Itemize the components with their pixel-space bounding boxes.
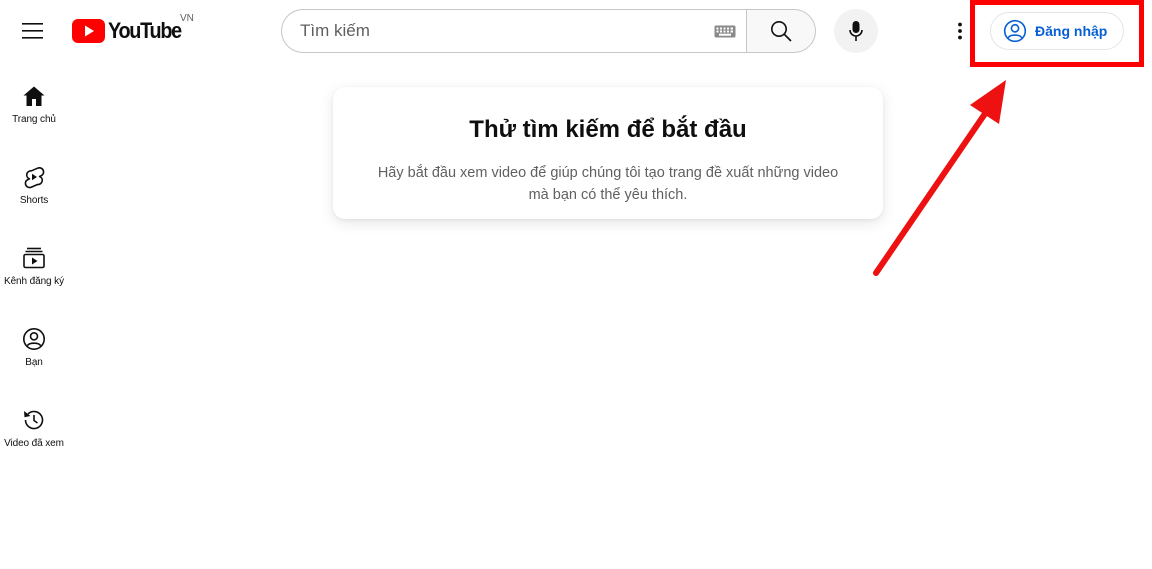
- sidebar-guide: Trang chủ Shorts Kênh đăng ký Bạn Video …: [0, 70, 68, 475]
- sidebar-item-history[interactable]: Video đã xem: [0, 394, 68, 475]
- menu-button[interactable]: [13, 11, 53, 51]
- card-title: Thử tìm kiếm để bắt đầu: [469, 116, 747, 143]
- keyboard-icon[interactable]: [714, 25, 736, 38]
- sidebar-item-shorts[interactable]: Shorts: [0, 151, 68, 232]
- sidebar-item-label: Video đã xem: [4, 438, 64, 449]
- search-input[interactable]: [300, 21, 700, 41]
- sidebar-item-home[interactable]: Trang chủ: [0, 70, 68, 151]
- hamburger-icon: [22, 23, 43, 39]
- home-icon: [23, 86, 45, 106]
- microphone-icon: [849, 21, 863, 41]
- search-icon: [771, 21, 792, 42]
- subscriptions-icon: [23, 247, 45, 269]
- search-button[interactable]: [746, 9, 816, 53]
- sidebar-item-subscriptions[interactable]: Kênh đăng ký: [0, 232, 68, 313]
- voice-search-button[interactable]: [834, 9, 878, 53]
- logo-wordmark: YouTube: [108, 18, 182, 43]
- history-icon: [24, 410, 44, 430]
- youtube-logo[interactable]: YouTube: [72, 17, 189, 45]
- youtube-play-icon: [72, 19, 105, 43]
- sidebar-item-label: Bạn: [25, 357, 43, 368]
- sidebar-item-you[interactable]: Bạn: [0, 313, 68, 394]
- sidebar-item-label: Kênh đăng ký: [4, 276, 64, 287]
- empty-feed-card: Thử tìm kiếm để bắt đầu Hãy bắt đầu xem …: [333, 87, 883, 219]
- shorts-icon: [24, 166, 45, 189]
- youtube-page: YouTube VN Tìm kiếm Đăng nhập Trang chủ …: [0, 0, 1152, 569]
- sidebar-item-label: Shorts: [19, 195, 49, 206]
- more-vertical-icon: [958, 22, 962, 40]
- sidebar-item-label: Trang chủ: [12, 114, 56, 125]
- search-box[interactable]: [281, 9, 748, 53]
- you-icon: [23, 328, 45, 350]
- annotation-highlight-box: [970, 0, 1144, 67]
- card-description: Hãy bắt đầu xem video để giúp chúng tôi …: [377, 165, 839, 203]
- annotation-arrow-icon: [873, 80, 1006, 276]
- country-code: VN: [180, 13, 194, 24]
